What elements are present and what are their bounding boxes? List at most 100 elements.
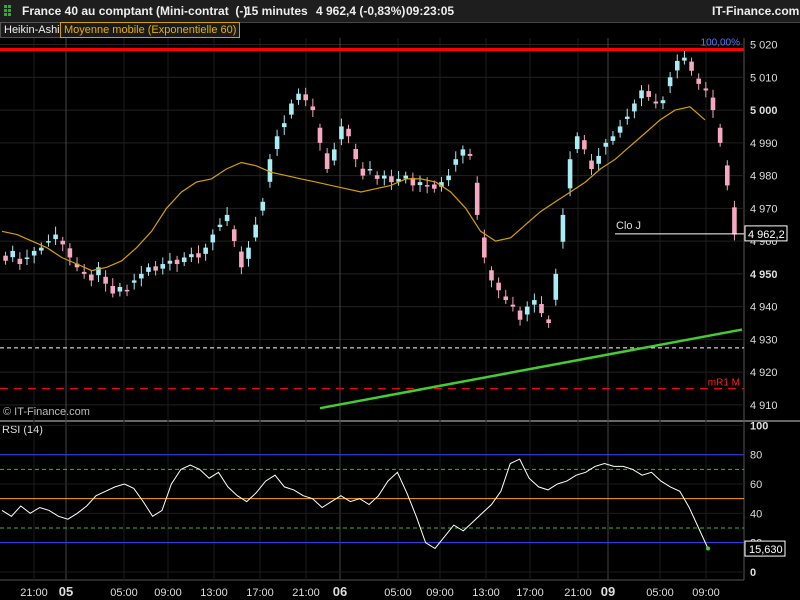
candle-body [717,127,723,143]
candle-body [24,257,30,259]
candle-body [174,259,180,265]
candle-body [403,175,409,179]
candle-body [31,250,37,256]
candle-body [632,103,637,112]
candle-body [296,93,301,100]
candle-body [539,304,544,314]
candle-body [181,257,187,263]
candle-body [124,289,130,292]
candle-body [239,251,244,268]
candle-body [424,185,430,187]
candle-body [489,270,494,281]
candle-body [667,77,673,87]
time-tick-label: 09:00 [154,587,182,599]
candle-body [503,296,509,301]
time-tick-label: 05:00 [646,587,674,599]
candle-body [46,241,51,243]
candle-body [103,276,108,284]
candle-body [524,306,530,315]
candle-body [339,126,344,140]
candle-body [189,254,194,258]
candle-body [353,149,358,160]
close-level-label: Clo J [616,220,641,232]
candle-body [39,247,44,251]
candle-body [710,97,716,111]
time-tick-label: 06 [333,584,347,599]
time-tick-label: 09 [601,584,615,599]
candle-body [432,184,437,189]
candle-body [610,136,616,141]
candle-body [467,153,473,156]
candle-body [682,57,687,61]
candle-body [160,264,166,269]
candle-body [382,175,387,179]
candle-body [131,280,137,283]
resistance-pct-label: 100,00% [701,37,741,48]
candle-body [689,61,694,71]
time-tick-label: 17:00 [246,587,274,599]
candle-body [324,153,330,170]
time-tick-label: 13:00 [200,587,228,599]
rsi-last-tag: 15,630 [749,544,783,556]
candle-body [331,149,337,161]
candle-body [589,160,594,170]
candle-body [303,94,308,101]
candle-body [203,247,208,254]
candle-body [674,60,680,71]
rsi-tick-label: 80 [750,450,762,462]
rsi-tick-label: 60 [750,479,762,491]
candle-body [653,101,659,104]
candle-body [617,126,623,133]
candle-body [724,165,730,186]
time-tick-label: 05 [59,584,73,599]
rsi-tick-label: 0 [750,567,756,579]
candle-body [546,319,551,323]
candle-body [260,201,266,211]
price-tick-label: 4 940 [750,302,778,314]
rsi-tick-label: 100 [750,420,768,432]
candle-body [246,247,251,259]
candle-body [582,140,587,150]
candle-body [17,258,23,265]
time-tick-label: 13:00 [472,587,500,599]
candle-body [146,267,151,272]
candle-body [624,116,630,119]
candle-body [310,106,316,111]
candle-body [317,127,323,143]
price-tick-label: 4 920 [750,367,778,379]
candle-body [574,136,580,150]
candle-body [289,103,294,115]
candle-body [482,237,487,258]
rsi-last-point [706,546,710,551]
candle-body [89,274,94,281]
price-tick-label: 4 950 [750,269,778,281]
watermark: © IT-Finance.com [3,406,90,418]
candle-body [646,91,651,97]
mr1-level-label: mR1 M [708,378,740,389]
candle-body [553,273,559,300]
candle-body [703,88,709,91]
candle-body [453,159,459,165]
time-tick-label: 09:00 [692,587,720,599]
candle-body [367,169,373,171]
price-tick-label: 4 980 [750,171,778,183]
candle-body [374,175,380,179]
price-tick-label: 5 020 [750,40,778,52]
candle-body [3,255,8,261]
price-tick-label: 4 970 [750,203,778,215]
candle-body [224,214,230,222]
price-tick-label: 4 990 [750,138,778,150]
price-tick-label: 5 000 [750,105,778,117]
price-tick-label: 5 010 [750,72,778,84]
candle-body [139,273,144,279]
candle-body [460,149,466,156]
candle-body [417,182,423,186]
candle-body [60,240,66,245]
candle-body [110,285,116,294]
candle-body [474,182,480,215]
candle-body [496,282,501,291]
time-tick-label: 05:00 [384,587,412,599]
last-price-tag: 4 962,2 [748,229,785,241]
candle-body [10,250,16,258]
candle-body [660,100,666,104]
